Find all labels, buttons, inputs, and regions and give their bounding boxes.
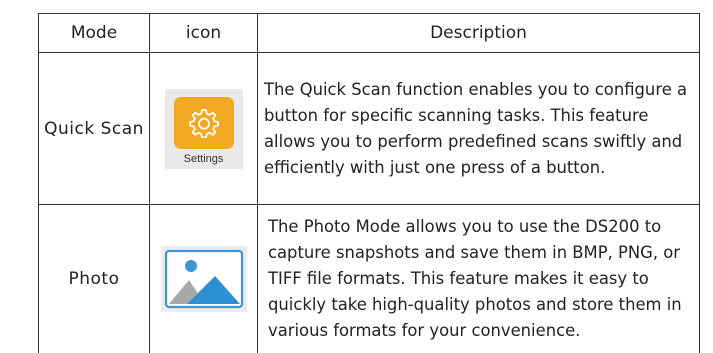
- mode-description: The Photo Mode allows you to use the DS2…: [257, 204, 700, 353]
- settings-icon: [173, 96, 234, 149]
- mode-name: Quick Scan: [38, 52, 150, 205]
- icon-cell: [149, 204, 258, 353]
- mode-table: Mode icon Description Quick Scan Setting…: [38, 13, 700, 353]
- header-icon: icon: [149, 13, 258, 53]
- table-header-row: Mode icon Description: [38, 13, 700, 53]
- table-row: Photo The Photo Mode allows you to use t…: [38, 204, 700, 353]
- header-mode: Mode: [38, 13, 150, 53]
- header-description: Description: [257, 13, 700, 53]
- settings-label: Settings: [183, 152, 224, 165]
- table-row: Quick Scan Settings The Quick Scan funct: [38, 52, 700, 205]
- settings-tile: Settings: [164, 88, 243, 169]
- mode-description: The Quick Scan function enables you to c…: [257, 52, 700, 205]
- photo-tile: [160, 246, 247, 312]
- icon-cell: Settings: [149, 52, 258, 205]
- photo-icon: [164, 249, 243, 309]
- mode-name: Photo: [38, 204, 150, 353]
